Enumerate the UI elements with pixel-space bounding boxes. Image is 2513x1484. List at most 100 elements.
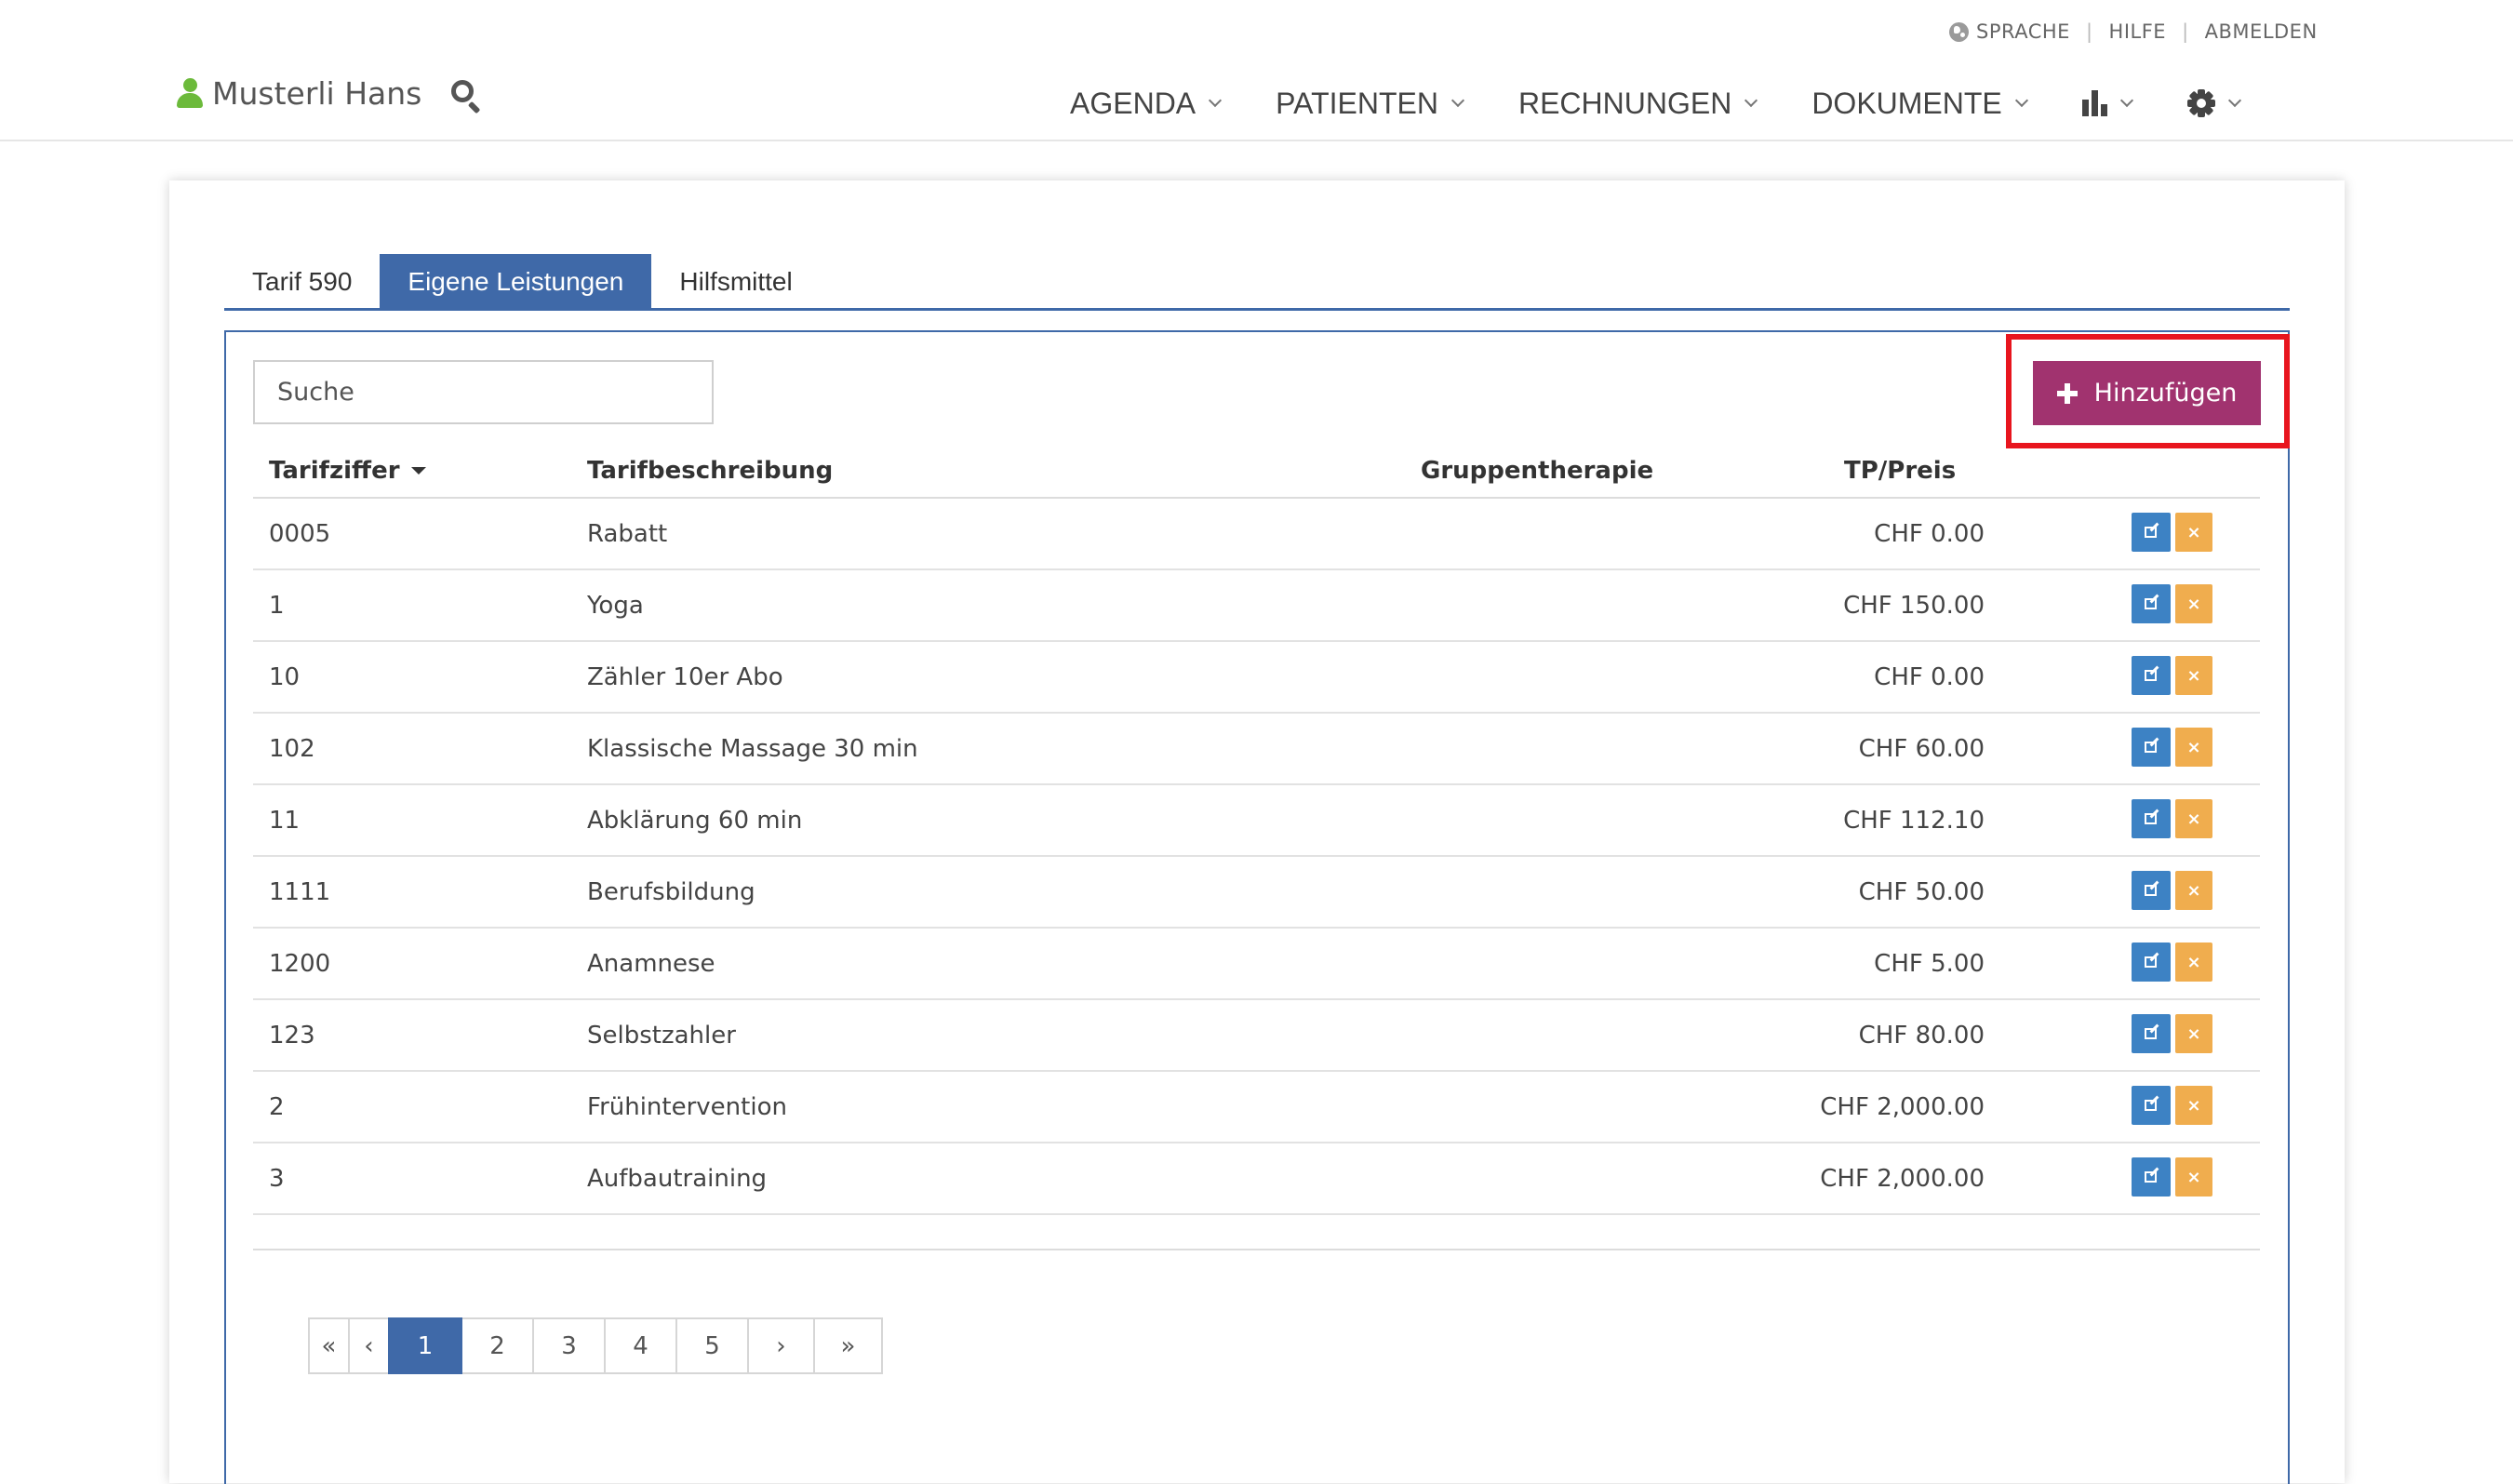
- tariff-tabs: Tarif 590 Eigene Leistungen Hilfsmittel: [224, 254, 821, 310]
- page-button-3[interactable]: 3: [532, 1317, 606, 1374]
- delete-button[interactable]: ×: [2175, 656, 2212, 695]
- edit-button[interactable]: [2132, 1157, 2171, 1197]
- user-icon: [177, 76, 203, 110]
- table-row: 1111 Berufsbildung CHF 50.00 ×: [253, 857, 2260, 929]
- edit-button[interactable]: [2132, 943, 2171, 982]
- column-header-description[interactable]: Tarifbeschreibung: [587, 444, 833, 497]
- cell-description: Frühintervention: [587, 1092, 787, 1121]
- cell-description: Abklärung 60 min: [587, 806, 803, 835]
- nav-documents-label: DOKUMENTE: [1811, 86, 2002, 120]
- page-last-button[interactable]: »: [813, 1317, 883, 1374]
- delete-button[interactable]: ×: [2175, 943, 2212, 982]
- plus-icon: [2056, 382, 2078, 404]
- gear-icon: [2186, 89, 2215, 117]
- close-icon: ×: [2186, 665, 2201, 686]
- chevron-down-icon: [2227, 93, 2241, 108]
- edit-button[interactable]: [2132, 871, 2171, 910]
- cell-price: CHF 60.00: [1858, 734, 1985, 763]
- close-icon: ×: [2186, 737, 2201, 757]
- nav-statistics[interactable]: [2081, 90, 2133, 116]
- delete-button[interactable]: ×: [2175, 799, 2212, 838]
- table-header: Tarifziffer Tarifbeschreibung Gruppenthe…: [253, 444, 2260, 499]
- cell-description: Rabatt: [587, 519, 668, 548]
- tab-eigene-leistungen[interactable]: Eigene Leistungen: [380, 254, 652, 310]
- bar-chart-icon: [2081, 90, 2107, 116]
- page-button-1[interactable]: 1: [388, 1317, 462, 1374]
- table-bottom-divider: [253, 1249, 2260, 1250]
- search-input[interactable]: [253, 360, 714, 424]
- cell-code: 123: [269, 1021, 315, 1049]
- cell-code: 1200: [269, 949, 331, 978]
- page-prev-button[interactable]: ‹: [348, 1317, 390, 1374]
- nav-agenda-label: AGENDA: [1070, 86, 1196, 120]
- chevron-down-icon: [1450, 93, 1465, 108]
- cell-price: CHF 2,000.00: [1820, 1092, 1985, 1121]
- table-row: 1200 Anamnese CHF 5.00 ×: [253, 929, 2260, 1000]
- logout-link[interactable]: ABMELDEN: [2205, 20, 2318, 43]
- edit-button[interactable]: [2132, 656, 2171, 695]
- edit-button[interactable]: [2132, 1086, 2171, 1125]
- table-body: 0005 Rabatt CHF 0.00 × 1 Yoga CHF 150.00 × 10 Zäh…: [253, 499, 2260, 1215]
- page-first-button[interactable]: «: [308, 1317, 350, 1374]
- column-header-group[interactable]: Gruppentherapie: [1421, 444, 1653, 497]
- delete-button[interactable]: ×: [2175, 1014, 2212, 1053]
- page-button-4[interactable]: 4: [604, 1317, 677, 1374]
- page-next-button[interactable]: ›: [747, 1317, 815, 1374]
- pagination: « ‹ 1 2 3 4 5 › »: [308, 1317, 883, 1374]
- edit-button[interactable]: [2132, 513, 2171, 552]
- cell-description: Aufbautraining: [587, 1164, 768, 1193]
- help-link[interactable]: HILFE: [2109, 20, 2167, 43]
- nav-settings[interactable]: [2186, 89, 2241, 117]
- delete-button[interactable]: ×: [2175, 1086, 2212, 1125]
- edit-button[interactable]: [2132, 1014, 2171, 1053]
- delete-button[interactable]: ×: [2175, 728, 2212, 767]
- tab-hilfsmittel[interactable]: Hilfsmittel: [651, 254, 820, 310]
- delete-button[interactable]: ×: [2175, 513, 2212, 552]
- column-header-price[interactable]: TP/Preis: [1844, 444, 1956, 497]
- page-button-5[interactable]: 5: [675, 1317, 749, 1374]
- cell-description: Anamnese: [587, 949, 715, 978]
- cell-price: CHF 80.00: [1858, 1021, 1985, 1049]
- close-icon: ×: [2186, 1023, 2201, 1044]
- user-profile-link[interactable]: Musterli Hans: [177, 71, 421, 115]
- table-row: 1 Yoga CHF 150.00 ×: [253, 570, 2260, 642]
- table-row: 3 Aufbautraining CHF 2,000.00 ×: [253, 1143, 2260, 1215]
- add-button-label: Hinzufügen: [2093, 379, 2238, 408]
- close-icon: ×: [2186, 522, 2201, 542]
- sort-descending-icon: [410, 466, 426, 475]
- chevron-down-icon: [1744, 93, 1758, 108]
- cell-price: CHF 112.10: [1843, 806, 1985, 835]
- close-icon: ×: [2186, 1095, 2201, 1116]
- nav-agenda[interactable]: AGENDA: [1070, 86, 1223, 121]
- page-button-2[interactable]: 2: [461, 1317, 534, 1374]
- cell-code: 1111: [269, 877, 331, 906]
- edit-button[interactable]: [2132, 584, 2171, 623]
- column-header-code[interactable]: Tarifziffer: [269, 444, 426, 497]
- language-link[interactable]: SPRACHE: [1976, 20, 2070, 43]
- nav-patients[interactable]: PATIENTEN: [1276, 87, 1465, 121]
- cell-code: 10: [269, 662, 301, 691]
- table-row: 10 Zähler 10er Abo CHF 0.00 ×: [253, 642, 2260, 714]
- cell-price: CHF 5.00: [1874, 949, 1985, 978]
- cell-code: 11: [269, 806, 301, 835]
- table-row: 2 Frühintervention CHF 2,000.00 ×: [253, 1072, 2260, 1143]
- nav-invoices[interactable]: RECHNUNGEN: [1518, 87, 1758, 121]
- close-icon: ×: [2186, 880, 2201, 901]
- search-icon[interactable]: [449, 78, 483, 114]
- cell-description: Berufsbildung: [587, 877, 755, 906]
- add-button[interactable]: Hinzufügen: [2033, 361, 2261, 425]
- delete-button[interactable]: ×: [2175, 871, 2212, 910]
- cell-code: 3: [269, 1164, 285, 1193]
- edit-button[interactable]: [2132, 728, 2171, 767]
- chevron-down-icon: [2014, 93, 2028, 108]
- cell-price: CHF 150.00: [1843, 591, 1985, 620]
- utility-links: SPRACHE | HILFE | ABMELDEN: [1949, 20, 2318, 44]
- cell-description: Selbstzahler: [587, 1021, 736, 1049]
- delete-button[interactable]: ×: [2175, 584, 2212, 623]
- edit-button[interactable]: [2132, 799, 2171, 838]
- user-name: Musterli Hans: [212, 74, 422, 112]
- cell-price: CHF 2,000.00: [1820, 1164, 1985, 1193]
- nav-documents[interactable]: DOKUMENTE: [1811, 86, 2028, 121]
- delete-button[interactable]: ×: [2175, 1157, 2212, 1197]
- tab-tarif-590[interactable]: Tarif 590: [224, 254, 380, 310]
